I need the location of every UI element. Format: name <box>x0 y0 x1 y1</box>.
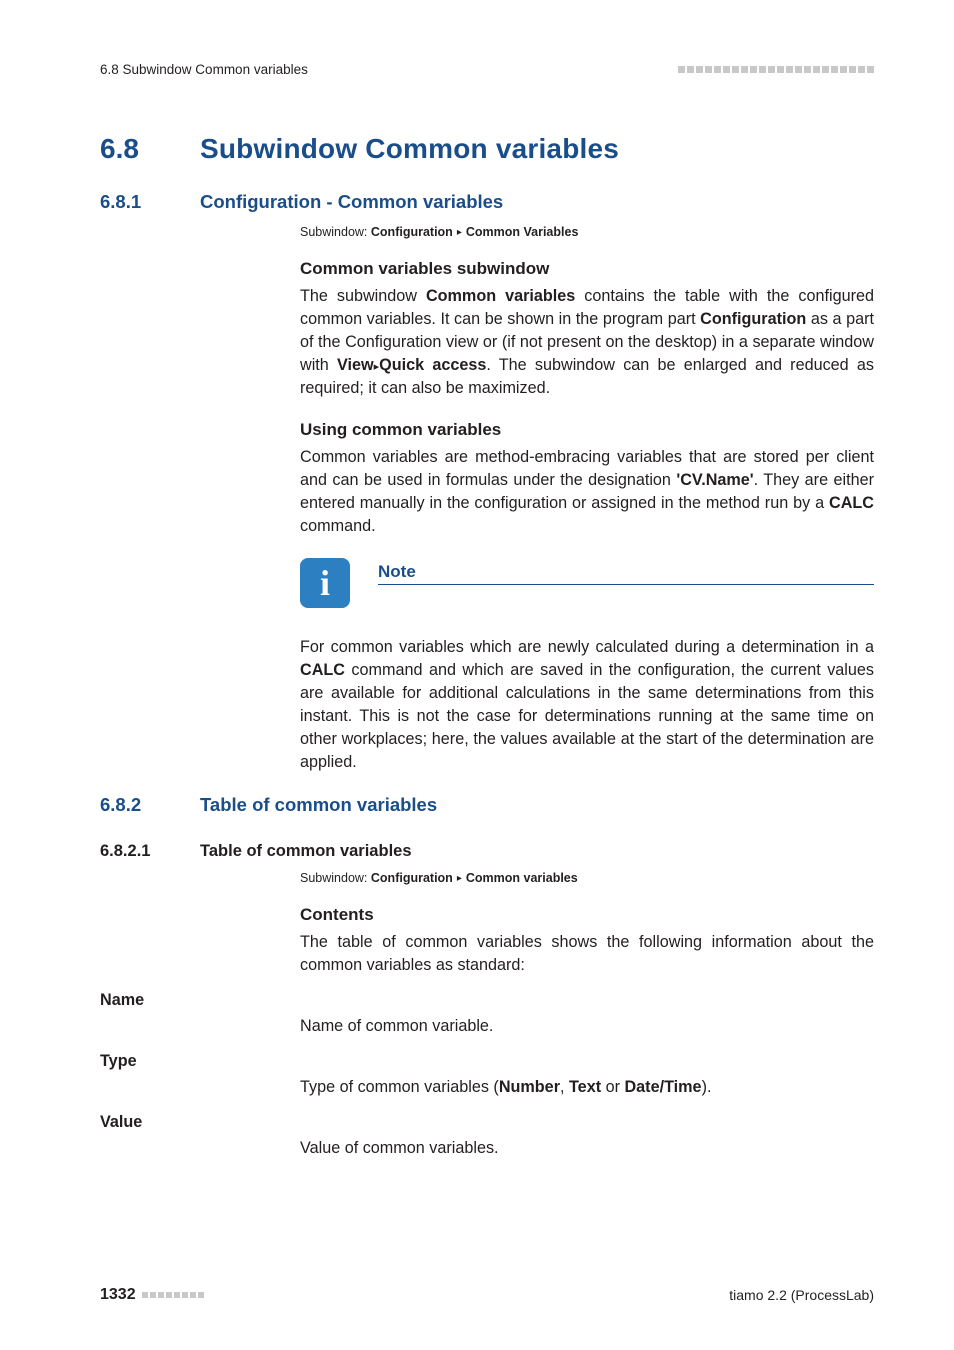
note-paragraph: For common variables which are newly cal… <box>300 636 874 774</box>
breadcrumb-item: Configuration <box>371 225 453 239</box>
text-bold: CALC <box>300 661 345 679</box>
text-bold: Date/Time <box>624 1078 701 1096</box>
page-footer: 1332 tiamo 2.2 (ProcessLab) <box>100 1286 874 1304</box>
text-run: command and which are saved in the confi… <box>300 661 874 771</box>
subsection-title: Table of common variables <box>200 794 437 816</box>
subsection-heading-6-8-1: 6.8.1 Configuration - Common variables <box>100 191 874 213</box>
text-run: ). <box>702 1078 712 1096</box>
definition-row-name: Name Name of common variable. <box>100 989 874 1038</box>
text-run: Type of common variables ( <box>300 1078 499 1096</box>
definition-term: Type <box>100 1050 300 1099</box>
subsection-number: 6.8.2 <box>100 794 200 816</box>
section-number: 6.8 <box>100 133 200 165</box>
text-bold: Common variables <box>426 287 575 305</box>
definition-term: Value <box>100 1111 300 1160</box>
subsubsection-title: Table of common variables <box>200 842 412 861</box>
text-bold: View <box>337 356 374 374</box>
breadcrumb-label: Subwindow: <box>300 871 367 885</box>
running-header: 6.8 Subwindow Common variables <box>100 62 874 77</box>
text-run: The subwindow <box>300 287 426 305</box>
breadcrumb-item: Configuration <box>371 871 453 885</box>
footer-left: 1332 <box>100 1286 204 1304</box>
text-run: or <box>601 1078 624 1096</box>
text-bold: Number <box>499 1078 560 1096</box>
page: 6.8 Subwindow Common variables 6.8 Subwi… <box>0 0 954 1350</box>
breadcrumb: Subwindow: Configuration ▸ Common Variable… <box>300 225 874 239</box>
subsubsection-heading-6-8-2-1: 6.8.2.1 Table of common variables <box>100 842 874 861</box>
subsection-number: 6.8.1 <box>100 191 200 213</box>
paragraph-heading: Common variables subwindow <box>300 259 874 279</box>
text-bold: Quick access <box>379 356 486 374</box>
breadcrumb-item: Common variables <box>466 871 578 885</box>
body-column: Subwindow: Configuration ▸ Common variable… <box>300 871 874 977</box>
info-icon: i <box>300 558 350 608</box>
text-bold: Configuration <box>700 310 806 328</box>
paragraph: The subwindow Common variables contains … <box>300 285 874 400</box>
subsection-title: Configuration - Common variables <box>200 191 503 213</box>
note-icon-wrap: i <box>300 558 356 608</box>
section-title: Subwindow Common variables <box>200 133 619 165</box>
footer-dots-icon <box>142 1292 204 1298</box>
chevron-right-icon: ▸ <box>457 227 462 238</box>
chevron-right-icon: ▸ <box>457 873 462 884</box>
running-header-left: 6.8 Subwindow Common variables <box>100 62 308 77</box>
text-bold: CALC <box>829 494 874 512</box>
text-run: , <box>560 1078 569 1096</box>
paragraph-heading: Using common variables <box>300 420 874 440</box>
text-bold: Text <box>569 1078 601 1096</box>
definition-row-type: Type Type of common variables (Number, T… <box>100 1050 874 1099</box>
definition-body: Type of common variables (Number, Text o… <box>300 1050 874 1099</box>
text-bold: 'CV.Name' <box>676 471 753 489</box>
definition-body: Value of common variables. <box>300 1111 874 1160</box>
body-column: Subwindow: Configuration ▸ Common Variable… <box>300 225 874 774</box>
header-dots-icon <box>678 66 874 73</box>
note-title: Note <box>378 562 874 585</box>
definition-term: Name <box>100 989 300 1038</box>
definition-body: Name of common variable. <box>300 989 874 1038</box>
text-run: command. <box>300 517 376 535</box>
breadcrumb-item: Common Variables <box>466 225 579 239</box>
page-number: 1332 <box>100 1286 136 1304</box>
note-block: i Note <box>300 558 874 608</box>
breadcrumb-label: Subwindow: <box>300 225 367 239</box>
subsubsection-number: 6.8.2.1 <box>100 842 200 861</box>
definition-row-value: Value Value of common variables. <box>100 1111 874 1160</box>
breadcrumb: Subwindow: Configuration ▸ Common variable… <box>300 871 874 885</box>
text-run: For common variables which are newly cal… <box>300 638 874 656</box>
paragraph: The table of common variables shows the … <box>300 931 874 977</box>
subsection-heading-6-8-2: 6.8.2 Table of common variables <box>100 794 874 816</box>
section-heading-6-8: 6.8 Subwindow Common variables <box>100 133 874 165</box>
paragraph-heading: Contents <box>300 905 874 925</box>
paragraph: Common variables are method-embracing va… <box>300 446 874 538</box>
note-title-wrap: Note <box>378 558 874 587</box>
footer-right: tiamo 2.2 (ProcessLab) <box>729 1287 874 1303</box>
